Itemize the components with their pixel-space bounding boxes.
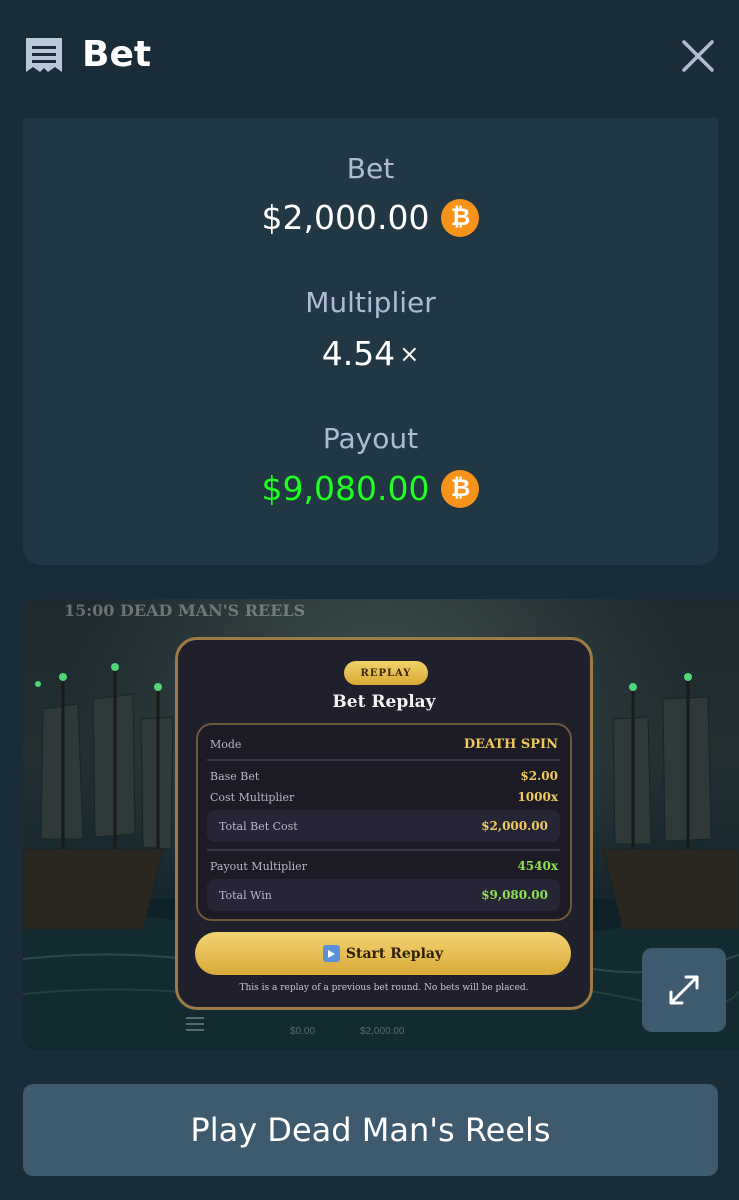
divider [207, 759, 560, 761]
bet-summary-card: Bet $2,000.00 ₿ Multiplier 4.54 × Payout… [23, 118, 718, 565]
mode-row: Mode DEATH SPIN [198, 733, 570, 755]
bet-value-row: $2,000.00 ₿ [23, 198, 718, 237]
modal-title: Bet Replay [332, 692, 436, 712]
payout-value-row: $9,080.00 ₿ [23, 469, 718, 508]
start-replay-button[interactable]: Start Replay [195, 932, 571, 975]
replay-details: Mode DEATH SPIN Base Bet $2.00 Cost Mult… [196, 723, 572, 921]
cost-multiplier-row: Cost Multiplier 1000x [198, 786, 570, 808]
multiplier-label: Multiplier [305, 286, 436, 319]
bet-amount: $2,000.00 [261, 198, 430, 237]
payout-multiplier-value: 4540x [517, 859, 558, 873]
start-replay-label: Start Replay [345, 945, 444, 962]
bet-replay-modal: REPLAY Bet Replay Mode DEATH SPIN Base B… [175, 637, 593, 1010]
base-bet-label: Base Bet [210, 769, 260, 783]
play-icon [322, 945, 340, 962]
bet-ghost: $2,000.00 [360, 1026, 405, 1037]
base-bet-value: $2.00 [520, 769, 558, 783]
expand-button[interactable] [642, 948, 726, 1032]
mode-value: DEATH SPIN [463, 736, 558, 752]
cost-multiplier-label: Cost Multiplier [210, 790, 295, 804]
payout-label: Payout [322, 422, 419, 455]
total-win-label: Total Win [219, 888, 272, 902]
expand-icon [669, 975, 699, 1005]
balance-ghost: $0.00 [290, 1026, 316, 1037]
page-title: Bet [82, 34, 152, 75]
bet-label: Bet [346, 152, 395, 185]
total-bet-cost-label: Total Bet Cost [219, 819, 298, 833]
total-win-value: $9,080.00 [481, 888, 548, 902]
multiplier-value: 4.54 [321, 334, 396, 373]
payout-multiplier-label: Payout Multiplier [210, 859, 307, 873]
cost-multiplier-value: 1000x [517, 790, 558, 804]
replay-badge: REPLAY [344, 661, 428, 685]
game-bottom-bar: $0.00 $2,000.00 [178, 1004, 588, 1046]
play-game-button[interactable]: Play Dead Man's Reels [23, 1084, 718, 1176]
payout-amount: $9,080.00 [261, 469, 430, 508]
payout-multiplier-row: Payout Multiplier 4540x [198, 855, 570, 877]
bitcoin-icon: ₿ [441, 469, 480, 508]
menu-icon [186, 1017, 204, 1031]
mode-label: Mode [210, 737, 242, 751]
close-icon[interactable] [678, 36, 718, 76]
base-bet-row: Base Bet $2.00 [198, 765, 570, 787]
multiplier-value-row: 4.54 × [23, 334, 718, 373]
receipt-icon [26, 38, 62, 72]
game-preview[interactable]: 15:00 DEAD MAN'S REELS $0.00 $2,000.00 R… [23, 599, 739, 1050]
total-win-row: Total Win $9,080.00 [207, 879, 560, 911]
bitcoin-icon: ₿ [441, 198, 480, 237]
replay-note: This is a replay of a previous bet round… [239, 983, 529, 993]
total-bet-cost-value: $2,000.00 [481, 819, 548, 833]
multiplier-suffix: × [399, 339, 420, 368]
header: Bet [0, 0, 739, 112]
divider [207, 849, 560, 851]
game-title-clock: 15:00 DEAD MAN'S REELS [64, 601, 306, 620]
total-bet-cost-row: Total Bet Cost $2,000.00 [207, 810, 560, 842]
